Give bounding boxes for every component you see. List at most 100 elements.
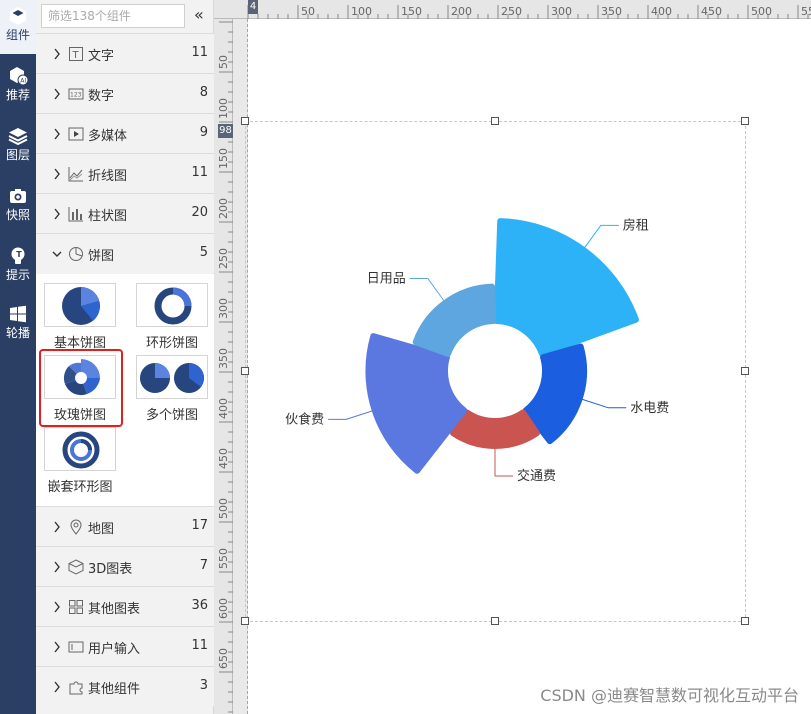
resize-handle-w[interactable] [241,367,249,375]
ruler-label: 300 [551,5,572,18]
rose-slice[interactable] [493,218,639,357]
category-count: 8 [199,85,208,100]
ruler-label: 350 [217,348,230,369]
chevron-right-icon [54,561,60,573]
label-leader-line [328,410,373,420]
ruler-label: 300 [217,298,230,319]
cube-icon [10,7,26,25]
ruler-label: 200 [217,198,230,219]
rail-item-snapshot[interactable]: 快照 [0,180,36,234]
resize-handle-se[interactable] [741,617,749,625]
rail-label: 轮播 [5,326,30,340]
resize-handle-s[interactable] [491,617,499,625]
ruler-label: 250 [217,248,230,269]
tile-basic-pie[interactable] [44,283,116,327]
category-map[interactable]: 地图 17 [36,506,214,546]
rose-slice[interactable] [412,283,497,357]
category-text[interactable]: T 文字 11 [36,33,214,73]
ruler-label: 500 [751,5,772,18]
left-icon-rail: 组件 AI 推荐 图层 快照 T 提示 轮播 [0,0,36,714]
category-count: 9 [199,125,208,140]
resize-handle-ne[interactable] [741,117,749,125]
rail-item-carousel[interactable]: 轮播 [0,298,36,352]
category-name: 3D图表 [88,562,133,577]
rail-item-components[interactable]: 组件 [0,0,36,54]
ruler-label: 550 [801,5,811,18]
slice-label: 交通费 [517,468,556,484]
camera-icon [10,189,26,203]
windows-icon [10,305,26,323]
category-line-chart[interactable]: 折线图 11 [36,153,214,193]
tile-nested-ring[interactable] [44,427,116,471]
ruler-label: 50 [301,5,315,18]
rail-label: 图层 [5,148,30,162]
rose-slice[interactable] [365,333,468,474]
resize-handle-e[interactable] [741,367,749,375]
chevron-right-icon [54,641,60,653]
rose-slice[interactable] [450,409,540,449]
resize-handle-nw[interactable] [241,117,249,125]
rail-item-tips[interactable]: T 提示 [0,240,36,294]
category-number[interactable]: 123 数字 8 [36,73,214,113]
chevron-right-icon [54,88,60,100]
category-count: 5 [199,245,208,260]
category-bar-chart[interactable]: 柱状图 20 [36,193,214,233]
ruler-label: 500 [217,498,230,519]
watermark: CSDN @迪赛智慧数可视化互动平台 [540,686,799,705]
rail-label: 推荐 [5,88,30,102]
slice-label: 房租 [623,217,649,233]
ruler-label: 100 [217,98,230,119]
category-count: 3 [199,678,208,693]
chevron-down-icon [52,251,62,257]
chevron-right-icon [54,48,60,60]
ruler-label: 400 [651,5,672,18]
tile-multi-pie[interactable] [136,355,208,399]
puzzle-icon [69,681,83,695]
rail-item-recommend[interactable]: AI 推荐 [0,60,36,114]
category-grid[interactable]: 其他图表 36 [36,586,214,626]
rose-pie-chart[interactable]: 房租水电费交通费 伙食费 日用品 [245,121,746,622]
category-count: 11 [191,165,208,180]
tile-label: 嵌套环形图 [47,480,113,495]
category-puzzle[interactable]: 其他组件 3 [36,666,214,706]
svg-text:123: 123 [70,92,82,99]
category-name: 用户输入 [88,642,141,657]
ruler-label: 550 [217,548,230,569]
component-search-input[interactable] [41,4,185,28]
category-name: 多媒体 [88,129,128,144]
pie-chart-icon [69,247,83,261]
category-count: 7 [199,558,208,573]
chevron-right-icon [54,521,60,533]
nested-ring-thumbnail-icon [62,431,100,469]
category-input[interactable]: 用户输入 11 [36,626,214,666]
collapse-panel-button[interactable]: « [194,5,210,25]
ruler-marker-top: 4 [248,0,258,14]
app-root: 组件 AI 推荐 图层 快照 T 提示 轮播 筛选138个组件 « T 文字 1… [0,0,811,714]
text-icon: T [69,47,83,61]
tile-ring-pie[interactable] [136,283,208,327]
ruler-label: 100 [351,5,372,18]
resize-handle-n[interactable] [491,117,499,125]
chevron-right-icon [54,601,60,613]
ruler-label: 150 [401,5,422,18]
category-cube3d[interactable]: 3D图表 7 [36,546,214,586]
horizontal-ruler[interactable]: 50 100 150 200 250 300 350 400 450 500 550 [214,0,811,19]
layers-icon [8,128,28,146]
rail-label: 提示 [5,268,30,282]
multi-pie-thumbnail-icon [140,363,204,393]
ruler-label: 150 [217,148,230,169]
category-name: 柱状图 [88,209,128,224]
category-count: 11 [191,45,208,60]
ruler-label: 600 [217,598,230,619]
category-name: 地图 [88,522,115,537]
category-pie-chart[interactable]: 饼图 5 [36,233,214,273]
rail-item-layers[interactable]: 图层 [0,120,36,174]
chevron-right-icon [54,208,60,220]
ruler-label: 450 [217,448,230,469]
number-icon: 123 [68,88,84,100]
category-media[interactable]: 多媒体 9 [36,113,214,153]
ruler-label: 50 [217,55,230,69]
resize-handle-sw[interactable] [241,617,249,625]
ruler-label: 250 [501,5,522,18]
category-name: 其他组件 [88,682,141,697]
